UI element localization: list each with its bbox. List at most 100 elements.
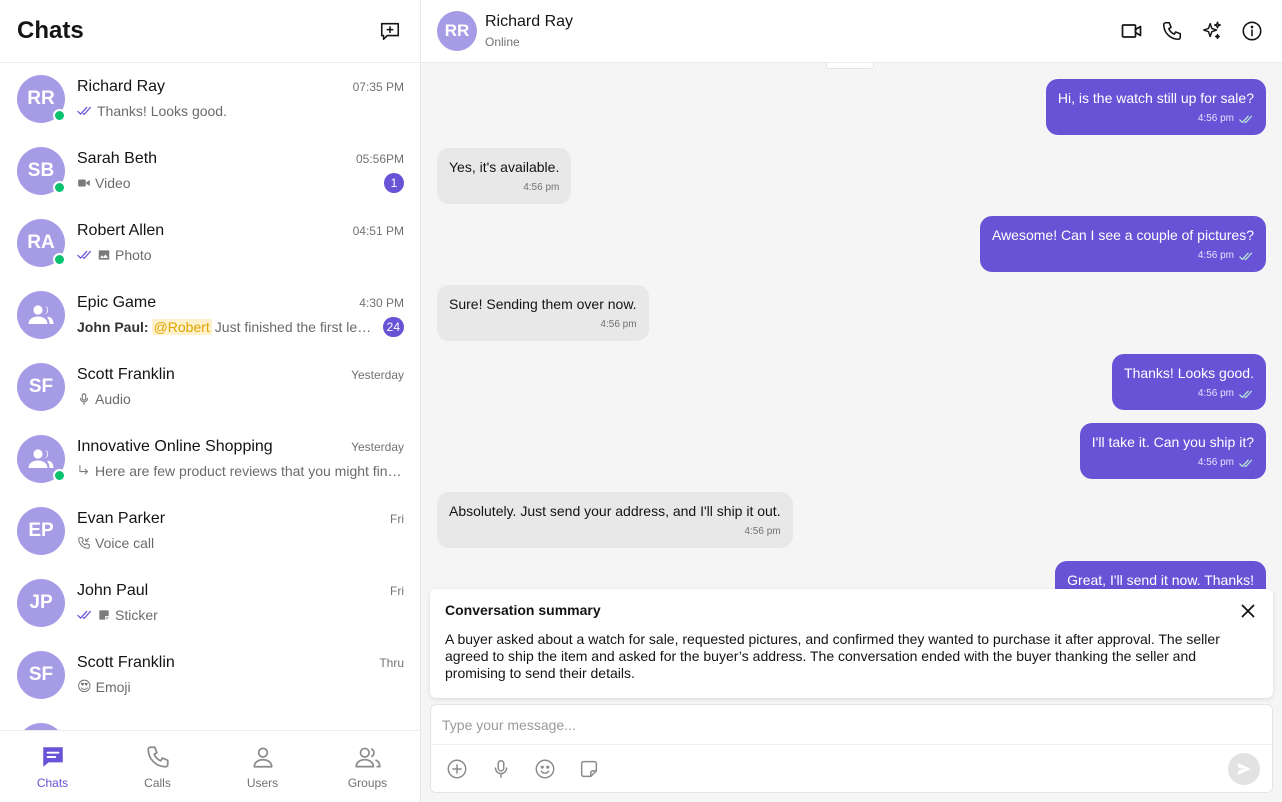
outgoing-message-bubble[interactable]: Awesome! Can I see a couple of pictures?… [979, 216, 1266, 272]
video-call-icon[interactable] [1118, 17, 1146, 45]
contact-name: Evan Parker [77, 509, 166, 527]
chat-item-body: Scott Franklin Yesterday Audio [77, 366, 404, 409]
tab-chats[interactable]: Chats [0, 731, 105, 802]
last-message-time: Yesterday [351, 439, 404, 454]
chat-item-body: Richard Ray 07:35 PM Thanks! Looks good. [77, 78, 404, 121]
last-message-text: Audio [95, 390, 131, 407]
avatar-initials: EP [28, 520, 54, 541]
message-time: 4:56 pm [523, 182, 560, 193]
chat-item-subtitle: Thanks! Looks good. [77, 103, 227, 119]
last-message-preview: Thanks! Looks good. [97, 103, 227, 119]
avatar-initials: JP [29, 592, 53, 613]
tab-calls[interactable]: Calls [105, 731, 210, 802]
message-text: Thanks! Looks good. [1124, 365, 1254, 381]
message-input[interactable] [431, 705, 1272, 745]
avatar: SF [17, 363, 65, 411]
chat-item-top: Evan Parker Fri [77, 510, 404, 528]
message-text: Great, I'll send it now. Thanks! [1067, 572, 1254, 588]
date-separator [826, 63, 874, 69]
chat-list-item[interactable]: SF Scott Franklin Thru 😍 Emoji [0, 639, 420, 711]
conversation-panel: RR Richard Ray Online Hi, is the watch s… [421, 0, 1282, 802]
chat-list-item[interactable]: Innovative Online Shopping Yesterday Here … [0, 423, 420, 495]
video-icon [77, 176, 91, 190]
contact-info[interactable]: Richard Ray Online [485, 13, 1118, 49]
last-message-text: Sticker [115, 606, 158, 623]
incoming-message-bubble[interactable]: Yes, it's available. 4:56 pm [437, 148, 572, 204]
last-message-preview: John Paul: @Robert Just finished the first… [77, 318, 377, 335]
reply-arrow-icon [77, 464, 91, 478]
avatar: EP [17, 507, 65, 555]
add-attachment-icon[interactable] [443, 755, 471, 783]
read-receipt-icon [1239, 390, 1254, 399]
chat-item-body: Robert Allen 04:51 PM Photo [77, 222, 404, 265]
incoming-message-bubble[interactable]: Absolutely. Just send your address, and … [437, 492, 793, 548]
message-time: 4:56 pm [1197, 250, 1234, 261]
summary-text: A buyer asked about a watch for sale, re… [445, 631, 1220, 681]
last-message-time: Fri [390, 583, 404, 598]
ai-sparkle-icon[interactable] [1198, 17, 1226, 45]
chat-item-subtitle: Sticker [77, 607, 158, 623]
chat-list-item[interactable]: JP John Paul Fri Sticker [0, 567, 420, 639]
message-time: 4:56 pm [600, 319, 637, 330]
chat-item-bottom: Thanks! Looks good. [77, 101, 404, 121]
tab-groups[interactable]: Groups [315, 731, 420, 802]
message-time: 4:56 pm [744, 526, 781, 537]
contact-status: Online [485, 35, 520, 49]
chat-list-item[interactable]: RR Richard Ray 07:35 PM Thanks! Looks good. [0, 63, 420, 135]
message-time: 4:56 pm [1197, 113, 1234, 124]
incoming-message-bubble[interactable]: Sure! Sending them over now. 4:56 pm [437, 285, 649, 341]
chat-item-top: John Paul Fri [77, 582, 404, 600]
tab-users[interactable]: Users [210, 731, 315, 802]
chat-item-subtitle: Video [77, 175, 131, 191]
contact-name: Richard Ray [77, 77, 166, 95]
chat-list-item[interactable]: RA Robert Allen 04:51 PM Photo [0, 207, 420, 279]
avatar[interactable]: RR [437, 11, 477, 51]
microphone-icon[interactable] [487, 755, 515, 783]
chat-item-bottom: Here are few product reviews that you mi… [77, 461, 404, 481]
chat-item-body: John Paul Fri Sticker [77, 582, 404, 625]
chat-item-top: Scott Franklin Thru [77, 654, 404, 672]
outgoing-message-bubble[interactable]: Thanks! Looks good. 4:56 pm [1112, 354, 1266, 410]
chat-item-subtitle: Voice call [77, 535, 154, 551]
avatar [17, 435, 66, 483]
chat-list-item[interactable]: SB Sarah Beth 05:56PM Video 1 [0, 135, 420, 207]
last-message-preview: Photo [115, 247, 152, 263]
chat-list-item[interactable]: EP Evan Parker Fri Voice call [0, 495, 420, 567]
avatar: RA [17, 219, 66, 267]
chats-icon [40, 744, 66, 770]
chat-item-subtitle: Here are few product reviews that you mi… [77, 463, 404, 479]
online-indicator [53, 109, 66, 122]
chat-item-bottom: Voice call [77, 533, 404, 553]
sticker-icon[interactable] [575, 755, 603, 783]
outgoing-message-bubble[interactable]: I'll take it. Can you ship it? 4:56 pm [1079, 423, 1266, 479]
avatar [17, 291, 65, 339]
photo-icon [97, 248, 111, 262]
message-meta: 4:56 pm [449, 523, 781, 541]
contact-name: Robert Allen [77, 221, 165, 239]
read-receipt-icon [1239, 252, 1254, 261]
close-icon[interactable] [1237, 600, 1259, 622]
info-icon[interactable] [1238, 17, 1266, 45]
send-button[interactable] [1228, 753, 1260, 785]
chat-item-body: Innovative Online Shopping Yesterday Here … [77, 438, 404, 481]
new-chat-icon[interactable] [376, 17, 404, 45]
last-message-text: Voice call [95, 534, 155, 551]
outgoing-message-bubble[interactable]: Hi, is the watch still up for sale? 4:56 … [1045, 79, 1266, 135]
message-text: Absolutely. Just send your address, and … [449, 503, 781, 519]
mic-icon [77, 392, 91, 406]
voice-call-icon[interactable] [1158, 17, 1186, 45]
chat-list-item[interactable] [0, 711, 420, 730]
read-receipt-icon [77, 106, 93, 116]
chat-item-bottom: 😍 Emoji [77, 677, 404, 697]
tab-label: Groups [347, 775, 388, 790]
online-indicator [53, 253, 66, 266]
message-text: Yes, it's available. [449, 159, 560, 175]
chat-list-item[interactable]: SF Scott Franklin Yesterday Audio [0, 351, 420, 423]
contact-name: Scott Franklin [77, 365, 175, 383]
emoji-picker-icon[interactable] [531, 755, 559, 783]
message-meta: 4:56 pm [449, 179, 559, 197]
outgoing-message-bubble[interactable]: Great, I'll send it now. Thanks!4:56 pm [1055, 561, 1266, 589]
chat-list-item[interactable]: Epic Game 4:30 PM John Paul: @Robert Just fi… [0, 279, 420, 351]
avatar: JP [17, 579, 65, 627]
header-actions [1118, 17, 1266, 45]
